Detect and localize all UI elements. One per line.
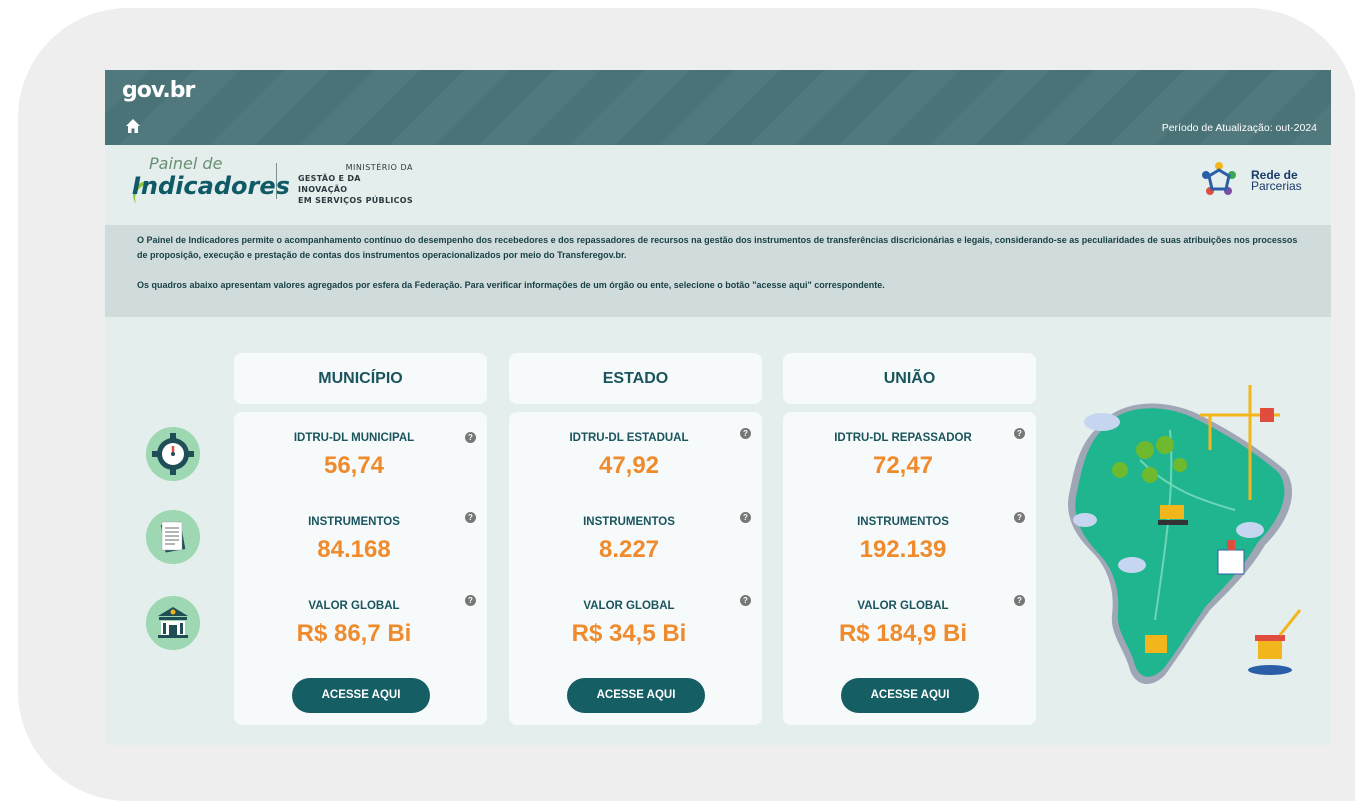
screenshot-background: gov.br Período de Atualização: out-2024 … (18, 8, 1355, 801)
idtru-value: 72,47 (872, 452, 934, 479)
ministerio-line-2: GESTÃO E DA INOVAÇÃO (298, 174, 361, 194)
idtru-value: 56,74 (323, 452, 385, 479)
govbr-logo[interactable]: gov.br (122, 78, 195, 103)
gov-header: gov.br Período de Atualização: out-2024 (105, 70, 1331, 145)
brand-bar: Painel de Indicadores MINISTÉRIO DA GEST… (105, 145, 1331, 225)
brazil-map-illustration-icon (1068, 385, 1302, 685)
ministerio-logo: MINISTÉRIO DA GESTÃO E DA INOVAÇÃO EM SE… (298, 162, 413, 206)
help-icon[interactable]: ? (465, 512, 476, 523)
intro-section: O Painel de Indicadores permite o acompa… (105, 225, 1331, 317)
idtru-label: IDTRU-DL REPASSADOR (834, 432, 972, 444)
idtru-label: IDTRU-DL MUNICIPAL (293, 432, 415, 444)
instrumentos-value: 8.227 (598, 536, 660, 563)
rede-parcerias-logo: Rede de Parcerias (1251, 169, 1302, 193)
card-estado-title: ESTADO (509, 353, 762, 404)
help-icon[interactable]: ? (1014, 428, 1025, 439)
rede-parcerias-star-icon (1202, 162, 1236, 195)
valor-global-label: VALOR GLOBAL (308, 600, 400, 612)
instrumentos-label: INSTRUMENTOS (857, 516, 949, 528)
painel-logo-title: Indicadores (132, 172, 290, 200)
intro-paragraph-2: Os quadros abaixo apresentam valores agr… (137, 280, 885, 290)
rede-line-2: Parcerias (1251, 179, 1302, 193)
update-period: Período de Atualização: out-2024 (1161, 122, 1317, 134)
valor-global-value: R$ 184,9 Bi (838, 620, 968, 647)
idtru-value: 47,92 (598, 452, 660, 479)
acesse-aqui-municipio-button[interactable]: ACESSE AQUI (292, 678, 430, 713)
valor-global-value: R$ 86,7 Bi (296, 620, 412, 647)
browser-page: gov.br Período de Atualização: out-2024 … (105, 70, 1331, 745)
ministerio-line-1: MINISTÉRIO DA (345, 163, 413, 172)
valor-global-value: R$ 34,5 Bi (571, 620, 687, 647)
card-estado: IDTRU-DL ESTADUAL ? 47,92 INSTRUMENTOS ?… (509, 412, 762, 725)
help-icon[interactable]: ? (740, 428, 751, 439)
home-icon[interactable] (125, 118, 141, 134)
instrumentos-label: INSTRUMENTOS (308, 516, 400, 528)
help-icon[interactable]: ? (465, 595, 476, 606)
ministerio-line-3: EM SERVIÇOS PÚBLICOS (298, 196, 413, 205)
intro-paragraph-1: O Painel de Indicadores permite o acompa… (137, 235, 1298, 260)
help-icon[interactable]: ? (740, 512, 751, 523)
card-municipio-title: MUNICÍPIO (234, 353, 487, 404)
valor-global-label: VALOR GLOBAL (857, 600, 949, 612)
instrumentos-value: 84.168 (317, 536, 391, 563)
help-icon[interactable]: ? (1014, 595, 1025, 606)
help-icon[interactable]: ? (740, 595, 751, 606)
card-uniao-title: UNIÃO (783, 353, 1036, 404)
instrumentos-value: 192.139 (859, 536, 947, 563)
card-municipio: IDTRU-DL MUNICIPAL ? 56,74 INSTRUMENTOS … (234, 412, 487, 725)
help-icon[interactable]: ? (1014, 512, 1025, 523)
card-uniao: IDTRU-DL REPASSADOR ? 72,47 INSTRUMENTOS… (783, 412, 1036, 725)
bank-icon (146, 596, 200, 650)
help-icon[interactable]: ? (465, 432, 476, 443)
idtru-label: IDTRU-DL ESTADUAL (569, 432, 689, 444)
brand-divider (276, 163, 277, 199)
documents-icon (146, 510, 200, 564)
painel-logo-small: Painel de (149, 154, 223, 173)
instrumentos-label: INSTRUMENTOS (583, 516, 675, 528)
acesse-aqui-estado-button[interactable]: ACESSE AQUI (567, 678, 705, 713)
acesse-aqui-uniao-button[interactable]: ACESSE AQUI (841, 678, 979, 713)
gauge-gear-icon (146, 427, 200, 481)
valor-global-label: VALOR GLOBAL (583, 600, 675, 612)
